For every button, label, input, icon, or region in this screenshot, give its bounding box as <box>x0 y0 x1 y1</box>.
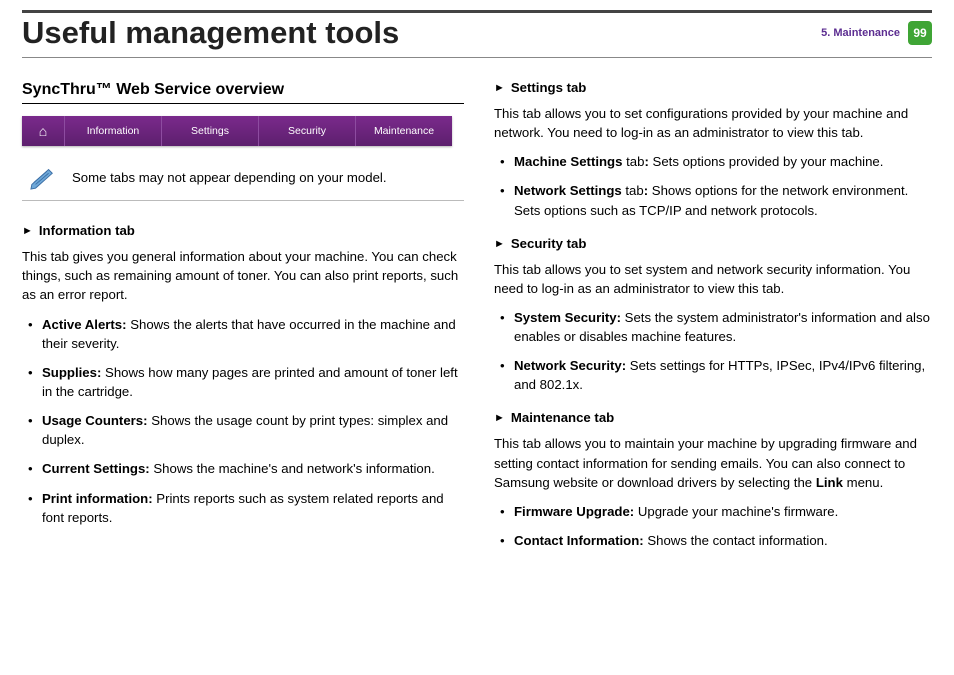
note-text: Some tabs may not appear depending on yo… <box>72 168 387 187</box>
list-item: Active Alerts: Shows the alerts that hav… <box>22 315 464 353</box>
list-item: Supplies: Shows how many pages are print… <box>22 363 464 401</box>
right-column: ►Settings tab This tab allows you to set… <box>494 78 932 560</box>
header-row: Useful management tools 5. Maintenance 9… <box>22 15 932 51</box>
security-tab-list: System Security: Sets the system adminis… <box>494 308 932 395</box>
content-columns: SyncThru™ Web Service overview ⌂ Informa… <box>22 78 932 560</box>
settings-tab-list: Machine Settings tab: Sets options provi… <box>494 152 932 219</box>
triangle-icon: ► <box>494 81 505 97</box>
overview-heading: SyncThru™ Web Service overview <box>22 78 464 104</box>
list-item: Firmware Upgrade: Upgrade your machine's… <box>494 502 932 521</box>
maintenance-tab-heading: ►Maintenance tab <box>494 408 932 428</box>
tab-maintenance[interactable]: Maintenance <box>356 116 452 146</box>
settings-tab-heading: ►Settings tab <box>494 78 932 98</box>
triangle-icon: ► <box>22 224 33 240</box>
list-item: Contact Information: Shows the contact i… <box>494 531 932 550</box>
information-tab-intro: This tab gives you general information a… <box>22 247 464 304</box>
maintenance-tab-list: Firmware Upgrade: Upgrade your machine's… <box>494 502 932 550</box>
information-tab-list: Active Alerts: Shows the alerts that hav… <box>22 315 464 527</box>
chapter-label: 5. Maintenance <box>821 27 900 39</box>
triangle-icon: ► <box>494 411 505 427</box>
mid-rule <box>22 57 932 58</box>
list-item: Network Settings tab: Shows options for … <box>494 181 932 219</box>
information-tab-heading: ►Information tab <box>22 221 464 241</box>
top-rule <box>22 10 932 13</box>
security-tab-intro: This tab allows you to set system and ne… <box>494 260 932 298</box>
list-item: Machine Settings tab: Sets options provi… <box>494 152 932 171</box>
page-number-badge: 99 <box>908 21 932 45</box>
list-item: System Security: Sets the system adminis… <box>494 308 932 346</box>
tab-settings[interactable]: Settings <box>162 116 259 146</box>
page-root: Useful management tools 5. Maintenance 9… <box>0 0 954 580</box>
note-box: Some tabs may not appear depending on yo… <box>22 156 464 201</box>
tab-security[interactable]: Security <box>259 116 356 146</box>
page-title: Useful management tools <box>22 15 399 51</box>
triangle-icon: ► <box>494 237 505 253</box>
security-tab-heading: ►Security tab <box>494 234 932 254</box>
list-item: Current Settings: Shows the machine's an… <box>22 459 464 478</box>
home-icon[interactable]: ⌂ <box>22 116 65 146</box>
list-item: Print information: Prints reports such a… <box>22 489 464 527</box>
header-right: 5. Maintenance 99 <box>821 21 932 45</box>
syncthru-tabbar: ⌂ Information Settings Security Maintena… <box>22 116 452 146</box>
left-column: SyncThru™ Web Service overview ⌂ Informa… <box>22 78 464 560</box>
list-item: Usage Counters: Shows the usage count by… <box>22 411 464 449</box>
settings-tab-intro: This tab allows you to set configuration… <box>494 104 932 142</box>
note-icon <box>28 164 58 190</box>
maintenance-tab-intro: This tab allows you to maintain your mac… <box>494 434 932 491</box>
tab-information[interactable]: Information <box>65 116 162 146</box>
list-item: Network Security: Sets settings for HTTP… <box>494 356 932 394</box>
